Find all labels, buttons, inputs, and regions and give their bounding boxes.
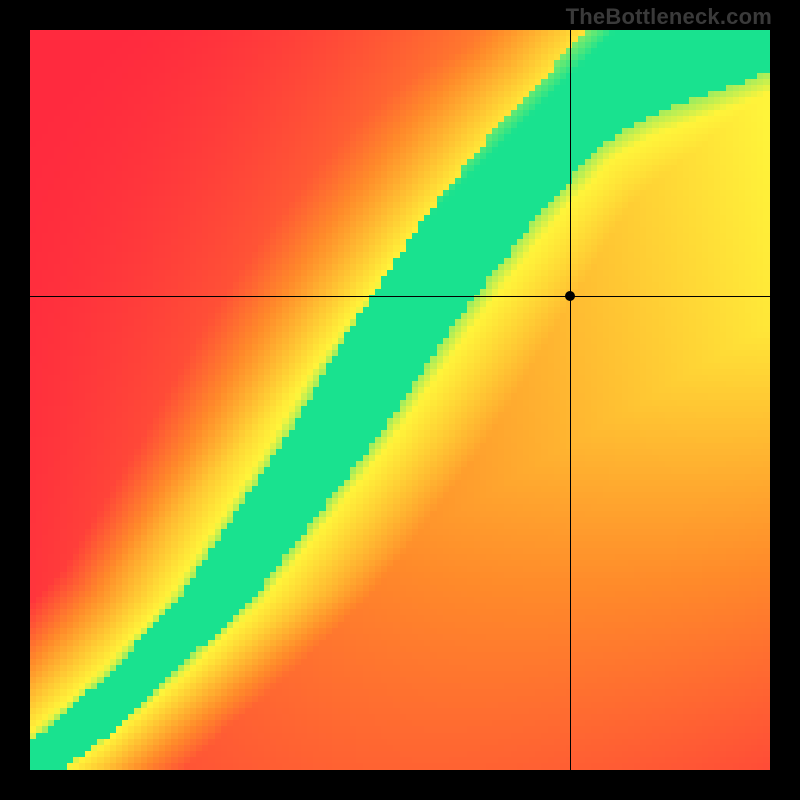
- plot-area: [30, 30, 770, 770]
- watermark-text: TheBottleneck.com: [566, 4, 772, 30]
- heatmap-canvas: [30, 30, 770, 770]
- chart-frame: TheBottleneck.com: [0, 0, 800, 800]
- crosshair-horizontal: [30, 296, 770, 297]
- crosshair-vertical: [570, 30, 571, 770]
- marker-dot: [565, 291, 575, 301]
